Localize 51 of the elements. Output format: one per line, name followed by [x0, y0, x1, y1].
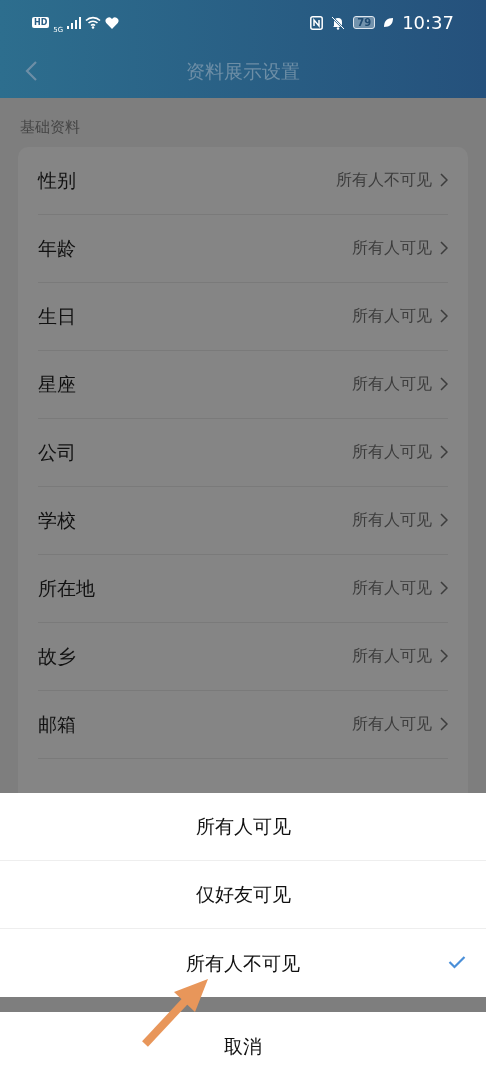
cancel-button[interactable]: 取消 [0, 1012, 486, 1080]
settings-row[interactable]: 故乡 所有人可见 [38, 622, 448, 691]
section-title: 基础资料 [19, 117, 81, 138]
settings-row[interactable]: 生日 所有人可见 [38, 282, 448, 351]
row-label: 星座 [38, 371, 76, 397]
row-label: 年龄 [38, 235, 76, 261]
chevron-right-icon [440, 241, 448, 255]
row-value: 所有人可见 [352, 713, 432, 735]
chevron-right-icon [440, 717, 448, 731]
bell-off-icon [331, 15, 346, 30]
clock-time: 10:37 [402, 11, 454, 35]
row-value: 所有人可见 [352, 441, 432, 463]
row-label: 性别 [38, 167, 76, 193]
leaf-icon [383, 17, 395, 28]
row-value: 所有人可见 [352, 373, 432, 395]
row-label: 学校 [38, 507, 76, 533]
row-value: 所有人不可见 [336, 169, 432, 191]
row-value: 所有人可见 [352, 509, 432, 531]
row-label: 生日 [38, 303, 76, 329]
option-item[interactable]: 所有人可见 [0, 793, 486, 861]
settings-row[interactable]: 年龄 所有人可见 [38, 214, 448, 283]
chevron-right-icon [440, 173, 448, 187]
signal-icon [67, 16, 82, 29]
settings-row[interactable]: 性别 所有人不可见 [38, 146, 448, 215]
row-label: 所在地 [38, 575, 95, 601]
settings-row[interactable]: 星座 所有人可见 [38, 350, 448, 419]
row-value: 所有人可见 [352, 645, 432, 667]
battery-level: 79 [353, 16, 376, 29]
heart-icon [105, 16, 120, 29]
settings-row[interactable]: 邮箱 所有人可见 [38, 690, 448, 759]
chevron-right-icon [440, 513, 448, 527]
chevron-right-icon [440, 309, 448, 323]
chevron-right-icon [440, 445, 448, 459]
hd-badge: HD [32, 17, 50, 28]
settings-row[interactable]: 学校 所有人可见 [38, 486, 448, 555]
row-label: 邮箱 [38, 711, 76, 737]
settings-row[interactable]: 所在地 所有人可见 [38, 554, 448, 623]
chevron-right-icon [440, 377, 448, 391]
chevron-right-icon [440, 581, 448, 595]
arrow-annotation [140, 978, 210, 1048]
row-value: 所有人可见 [352, 305, 432, 327]
chevron-right-icon [440, 649, 448, 663]
nfc-icon [310, 15, 324, 30]
back-icon[interactable] [24, 60, 38, 82]
row-label: 故乡 [38, 643, 76, 669]
wifi-icon [85, 16, 102, 29]
row-value: 所有人可见 [352, 577, 432, 599]
settings-row[interactable]: 公司 所有人可见 [38, 418, 448, 487]
row-label: 公司 [38, 439, 76, 465]
page-title: 资料展示设置 [186, 59, 300, 85]
row-value: 所有人可见 [352, 237, 432, 259]
